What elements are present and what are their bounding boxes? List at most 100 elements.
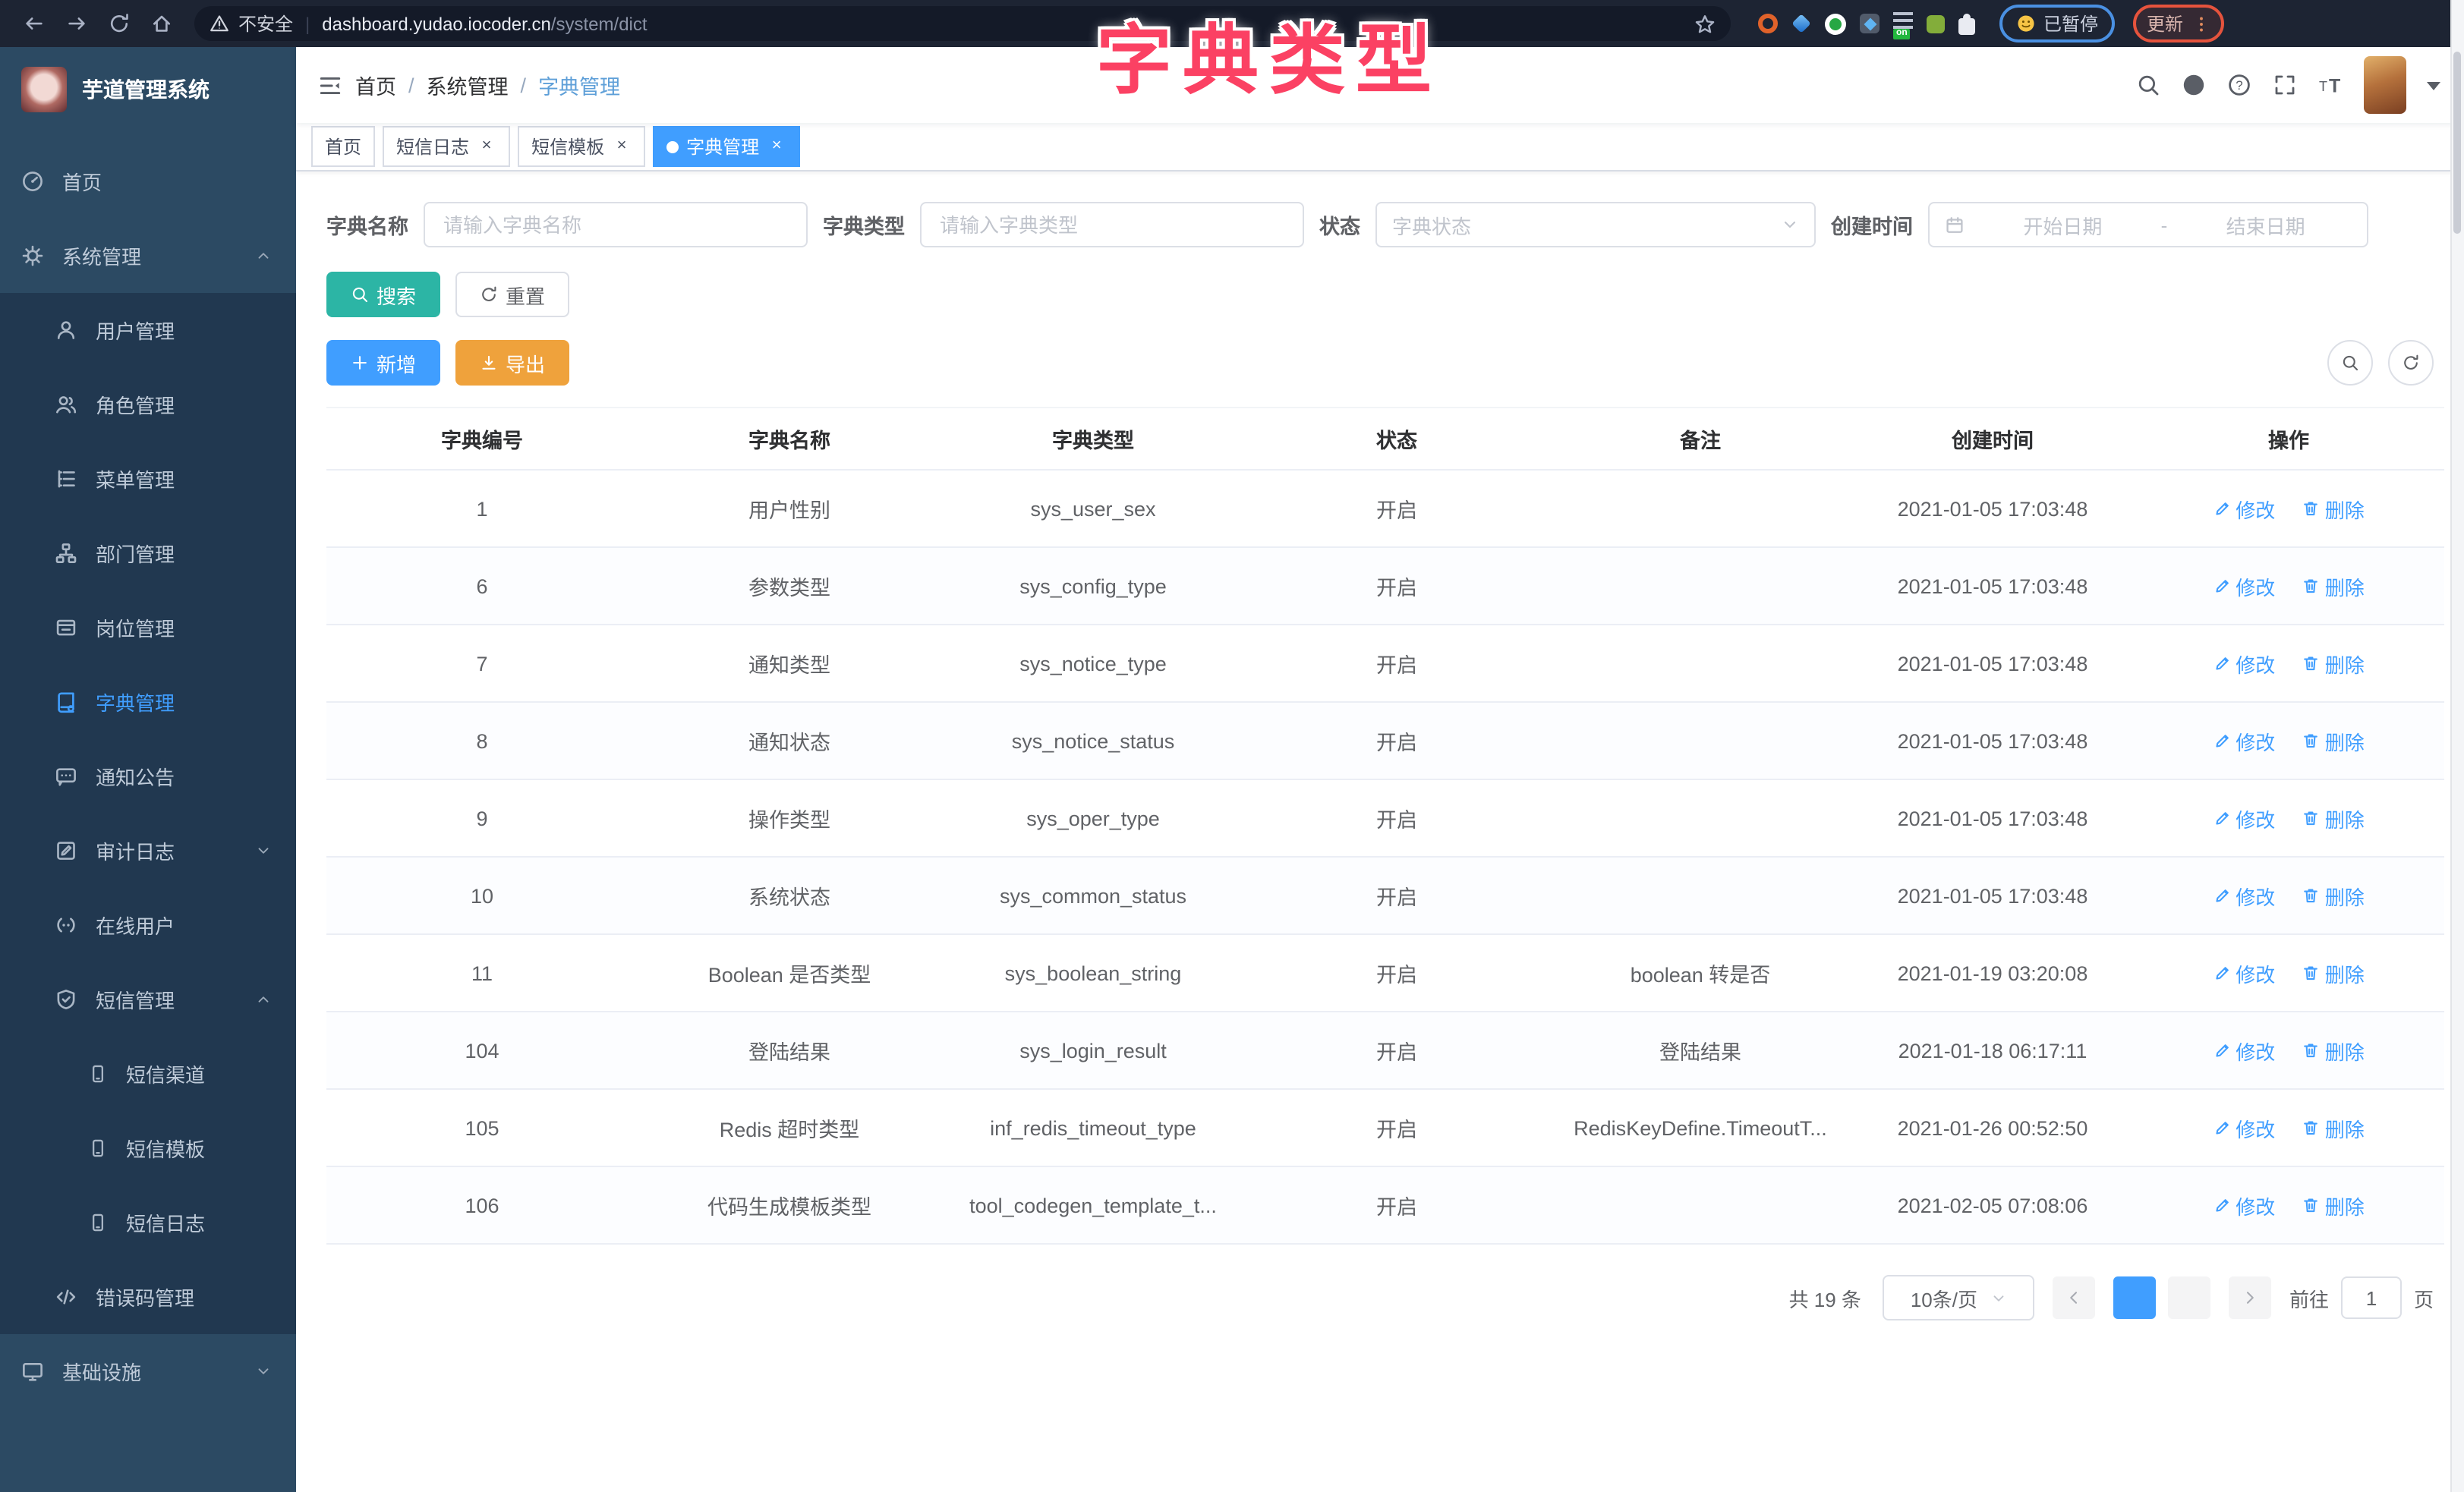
date-range-picker[interactable]: 开始日期 - 结束日期 (1928, 202, 2368, 247)
reset-button[interactable]: 重置 (455, 272, 569, 317)
extension-bot-icon[interactable] (1927, 14, 1945, 33)
breadcrumb-dict[interactable]: 字典管理 (538, 70, 620, 100)
sidebar-item-sms-log[interactable]: 短信日志 (0, 1185, 296, 1260)
edit-link[interactable]: 修改 (2213, 494, 2275, 523)
page-2[interactable] (2168, 1276, 2210, 1319)
sidebar-item-dict[interactable]: 字典管理 (0, 665, 296, 739)
delete-link[interactable]: 删除 (2302, 1113, 2365, 1142)
extension-gem-icon[interactable] (1791, 14, 1810, 33)
tab-close-icon[interactable]: × (767, 137, 786, 156)
sidebar-item-system[interactable]: 系统管理 (0, 219, 296, 293)
prev-page-button[interactable] (2053, 1276, 2095, 1319)
goto-page-input[interactable] (2341, 1276, 2402, 1319)
profile-paused-chip[interactable]: 已暂停 (1999, 5, 2115, 42)
search-button[interactable]: 搜索 (326, 272, 440, 317)
scrollbar-thumb[interactable] (2453, 52, 2461, 234)
extension-list-on-icon[interactable] (1893, 12, 1913, 29)
cell-dict-type-link[interactable]: inf_redis_timeout_type (941, 1089, 1245, 1166)
edit-link[interactable]: 修改 (2213, 1113, 2275, 1142)
delete-link[interactable]: 删除 (2302, 726, 2365, 755)
browser-forward-icon[interactable] (58, 5, 94, 42)
cell-dict-type-link[interactable]: sys_user_sex (941, 470, 1245, 547)
edit-link[interactable]: 修改 (2213, 1036, 2275, 1065)
sidebar-item-sms-channel[interactable]: 短信渠道 (0, 1037, 296, 1111)
delete-link[interactable]: 删除 (2302, 958, 2365, 987)
refresh-table-button[interactable] (2388, 340, 2434, 386)
sidebar-item-role[interactable]: 角色管理 (0, 367, 296, 442)
sidebar-item-infra[interactable]: 基础设施 (0, 1334, 296, 1409)
cell-dict-type-link[interactable]: sys_login_result (941, 1012, 1245, 1089)
edit-link[interactable]: 修改 (2213, 804, 2275, 833)
status-select[interactable]: 字典状态 (1375, 202, 1816, 247)
breadcrumb-home[interactable]: 首页 / (355, 70, 414, 100)
edit-link[interactable]: 修改 (2213, 726, 2275, 755)
breadcrumb-system[interactable]: 系统管理 / (427, 70, 527, 100)
font-size-icon[interactable]: TT (2318, 73, 2343, 97)
extension-diamond-icon[interactable] (1860, 14, 1880, 33)
browser-back-icon[interactable] (15, 5, 52, 42)
extension-donut-icon[interactable] (1758, 14, 1778, 33)
search-icon[interactable] (2136, 73, 2160, 97)
delete-link[interactable]: 删除 (2302, 881, 2365, 910)
sidebar-item-sms[interactable]: 短信管理 (0, 962, 296, 1037)
cell-dict-type-link[interactable]: sys_notice_type (941, 625, 1245, 702)
sidebar-item-home[interactable]: 首页 (0, 144, 296, 219)
bookmark-star-icon[interactable] (1694, 13, 1716, 34)
tab-home[interactable]: 首页 (311, 126, 375, 167)
sidebar-item-post[interactable]: 岗位管理 (0, 590, 296, 665)
github-icon[interactable] (2182, 73, 2206, 97)
dict-type-input[interactable] (920, 202, 1304, 247)
delete-link[interactable]: 删除 (2302, 649, 2365, 678)
delete-link[interactable]: 删除 (2302, 1191, 2365, 1220)
cell-dict-type-link[interactable]: sys_common_status (941, 857, 1245, 934)
edit-link[interactable]: 修改 (2213, 571, 2275, 600)
cell-dict-type-link[interactable]: tool_codegen_template_t... (941, 1166, 1245, 1244)
toggle-search-button[interactable] (2327, 340, 2373, 386)
browser-menu-dots-icon[interactable] (2192, 14, 2210, 33)
cell-dict-type-link[interactable]: sys_oper_type (941, 779, 1245, 857)
hamburger-icon[interactable] (317, 72, 343, 98)
delete-link[interactable]: 删除 (2302, 494, 2365, 523)
extension-chip-icon[interactable] (1825, 13, 1846, 34)
page-size-select[interactable]: 10条/页 (1883, 1275, 2034, 1320)
tab-sms-template[interactable]: 短信模板 × (518, 126, 645, 167)
sidebar-item-menu[interactable]: 菜单管理 (0, 442, 296, 516)
tab-sms-log[interactable]: 短信日志 × (383, 126, 510, 167)
caret-down-icon[interactable] (2421, 73, 2446, 97)
fullscreen-icon[interactable] (2273, 73, 2297, 97)
delete-link[interactable]: 删除 (2302, 1036, 2365, 1065)
add-button[interactable]: 新增 (326, 340, 440, 386)
browser-home-icon[interactable] (143, 5, 179, 42)
page-1[interactable] (2113, 1276, 2156, 1319)
address-bar[interactable]: 不安全 | dashboard.yudao.iocoder.cn/system/… (194, 6, 1731, 41)
sidebar-item-dept[interactable]: 部门管理 (0, 516, 296, 590)
user-avatar[interactable] (2364, 56, 2406, 114)
edit-link[interactable]: 修改 (2213, 649, 2275, 678)
dict-name-input[interactable] (424, 202, 808, 247)
edit-link[interactable]: 修改 (2213, 881, 2275, 910)
edit-link[interactable]: 修改 (2213, 958, 2275, 987)
tab-close-icon[interactable]: × (612, 137, 632, 156)
sidebar-item-user[interactable]: 用户管理 (0, 293, 296, 367)
sidebar-item-audit-log[interactable]: 审计日志 (0, 814, 296, 888)
cell-dict-type-link[interactable]: sys_notice_status (941, 702, 1245, 779)
tab-dict[interactable]: 字典管理 × (653, 126, 800, 167)
extension-puzzle-icon[interactable] (1958, 17, 1975, 34)
cell-dict-type-link[interactable]: sys_config_type (941, 547, 1245, 625)
browser-reload-icon[interactable] (100, 5, 137, 42)
sidebar-item-sms-template[interactable]: 短信模板 (0, 1111, 296, 1185)
browser-update-button[interactable]: 更新 (2133, 5, 2224, 42)
export-button[interactable]: 导出 (455, 340, 569, 386)
sidebar-item-error-code[interactable]: 错误码管理 (0, 1260, 296, 1334)
tab-close-icon[interactable]: × (477, 137, 496, 156)
sidebar-item-online-user[interactable]: 在线用户 (0, 888, 296, 962)
help-icon[interactable]: ? (2227, 73, 2251, 97)
delete-link[interactable]: 删除 (2302, 804, 2365, 833)
cell-dict-type-link[interactable]: sys_boolean_string (941, 934, 1245, 1012)
window-scrollbar[interactable] (2450, 0, 2464, 1492)
edit-link[interactable]: 修改 (2213, 1191, 2275, 1220)
sidebar-item-notice[interactable]: 通知公告 (0, 739, 296, 814)
app-logo-row[interactable]: 芋道管理系统 (0, 47, 296, 132)
delete-link[interactable]: 删除 (2302, 571, 2365, 600)
next-page-button[interactable] (2229, 1276, 2271, 1319)
